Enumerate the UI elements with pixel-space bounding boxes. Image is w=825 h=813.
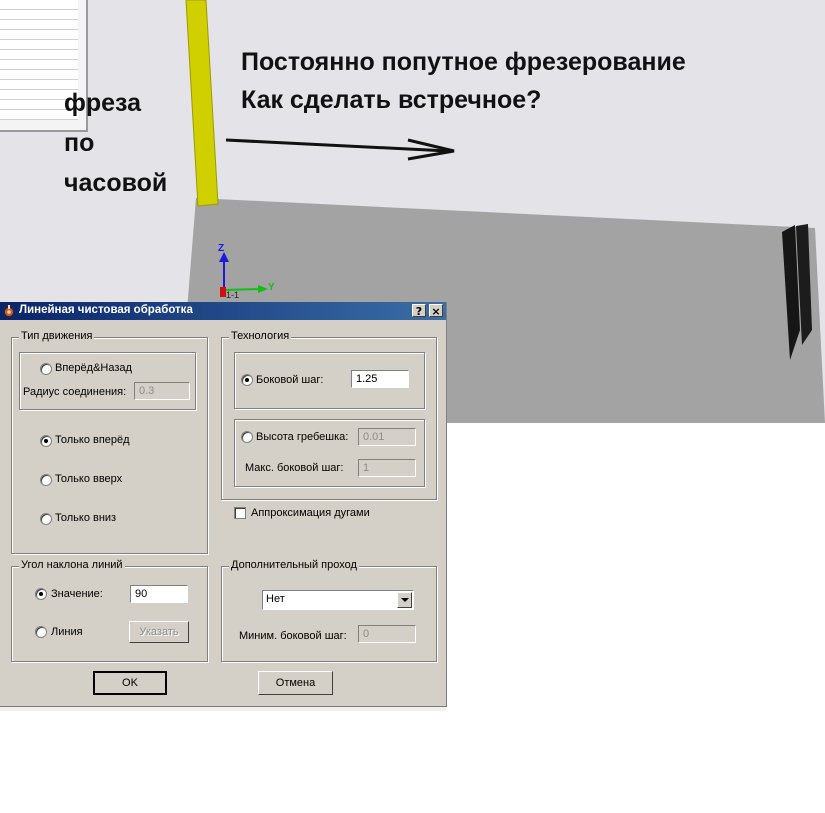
angle-line-label[interactable]: Линия <box>51 626 83 638</box>
stepover-label[interactable]: Боковой шаг: <box>256 374 323 386</box>
close-button[interactable]: × <box>429 304 443 318</box>
line-angle-legend: Угол наклона линий <box>19 559 125 571</box>
forward-back-subgroup <box>19 352 196 410</box>
link-radius-label: Радиус соединения: <box>23 386 127 398</box>
arc-fit-label[interactable]: Аппроксимация дугами <box>251 507 370 519</box>
scallop-label[interactable]: Высота гребешка: <box>256 431 348 443</box>
help-button[interactable]: ? <box>412 304 426 318</box>
question-line-2: Как сделать встречное? <box>241 86 542 114</box>
up-only-label[interactable]: Только вверх <box>55 473 122 485</box>
linear-finishing-dialog: Линейная чистовая обработка ? × Тип движ… <box>0 302 447 707</box>
forward-back-radio[interactable] <box>40 363 52 375</box>
pick-button[interactable]: Указать <box>129 621 189 643</box>
max-stepover-field[interactable]: 1 <box>358 459 416 477</box>
question-annotation: Постоянно попутное фрезерование Как сдел… <box>241 43 686 119</box>
dialog-title: Линейная чистовая обработка <box>19 304 193 316</box>
link-radius-field[interactable]: 0.3 <box>134 382 190 400</box>
forward-only-label[interactable]: Только вперёд <box>55 434 130 446</box>
scallop-radio[interactable] <box>241 431 253 443</box>
dialog-titlebar[interactable]: Линейная чистовая обработка ? × <box>0 302 446 320</box>
axis-y-label: Y <box>268 282 275 293</box>
min-stepover-label: Миним. боковой шаг: <box>239 630 347 642</box>
cutter-annotation: фреза по часовой <box>64 84 204 204</box>
forward-back-label[interactable]: Вперёд&Назад <box>55 362 132 374</box>
min-stepover-field[interactable]: 0 <box>358 625 416 643</box>
down-only-label[interactable]: Только вниз <box>55 512 116 524</box>
arc-fit-checkbox[interactable] <box>234 507 246 519</box>
technology-legend: Технология <box>229 330 292 342</box>
down-only-radio[interactable] <box>40 513 52 525</box>
app-icon <box>4 305 14 317</box>
up-only-radio[interactable] <box>40 474 52 486</box>
extra-pass-group: Дополнительный проход Нет Миним. боковой… <box>221 559 437 662</box>
movement-type-group: Тип движения Вперёд&Назад Радиус соедине… <box>11 330 208 554</box>
cutter-line-3: часовой <box>64 169 168 197</box>
underlying-window-edge <box>0 706 446 711</box>
forward-only-radio[interactable] <box>40 435 52 447</box>
scallop-field[interactable]: 0.01 <box>358 428 416 446</box>
technology-group: Технология Боковой шаг: 1.25 Высота греб… <box>221 330 437 500</box>
extra-pass-selected: Нет <box>266 593 285 605</box>
chevron-down-icon[interactable] <box>397 592 412 608</box>
cutter-line-1: фреза <box>64 89 142 117</box>
angle-line-radio[interactable] <box>35 626 47 638</box>
stepover-radio[interactable] <box>241 374 253 386</box>
ok-button[interactable]: OK <box>93 671 167 695</box>
line-angle-group: Угол наклона линий Значение: 90 Линия Ук… <box>11 559 208 662</box>
max-stepover-label: Макс. боковой шаг: <box>245 462 344 474</box>
cancel-button[interactable]: Отмена <box>258 671 333 695</box>
angle-value-label[interactable]: Значение: <box>51 588 103 600</box>
angle-value-radio[interactable] <box>35 588 47 600</box>
question-line-1: Постоянно попутное фрезерование <box>241 48 686 76</box>
angle-value-field[interactable]: 90 <box>130 585 188 603</box>
stepover-field[interactable]: 1.25 <box>351 370 409 388</box>
movement-type-legend: Тип движения <box>19 330 95 342</box>
cutter-line-2: по <box>64 129 95 157</box>
axis-z-label: Z <box>218 243 225 254</box>
extra-pass-select[interactable]: Нет <box>262 590 414 610</box>
extra-pass-legend: Дополнительный проход <box>229 559 359 571</box>
origin-label: 1-1 <box>226 290 240 300</box>
